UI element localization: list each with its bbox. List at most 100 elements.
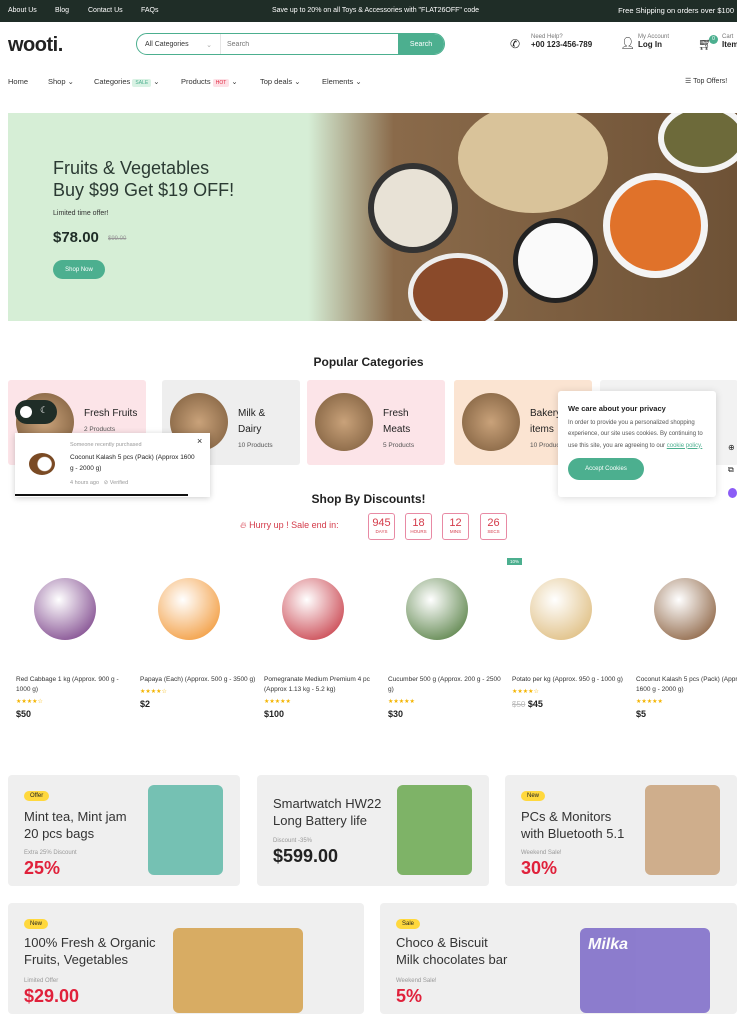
search-bar: All Categories ⌄ Search <box>136 33 445 55</box>
link-blog[interactable]: Blog <box>55 7 69 14</box>
link-contact[interactable]: Contact Us <box>88 7 123 14</box>
countdown-box: 12 MINS <box>442 513 469 540</box>
banner-subtitle: Limited Offer <box>24 978 59 984</box>
compare-icon[interactable]: ⧉ <box>728 465 734 475</box>
category-name-2: Meats <box>383 424 411 435</box>
banner-price: 5% <box>396 986 423 1006</box>
category-name-2: Dairy <box>238 424 262 435</box>
category-select[interactable]: All Categories ⌄ <box>137 34 221 54</box>
category-card[interactable]: Fresh Meats 5 Products <box>307 380 445 465</box>
product-price: $50 <box>16 709 32 719</box>
product-card[interactable]: Red Cabbage 1 kg (Approx. 900 g - 1000 g… <box>16 570 134 719</box>
verified-icon: ⊘ <box>103 480 109 486</box>
category-name: Fresh <box>383 408 409 419</box>
search-button[interactable]: Search <box>398 34 444 54</box>
zoom-icon[interactable]: ⊕ <box>728 443 735 452</box>
nav-shop[interactable]: Shop ⌄ <box>48 77 74 86</box>
nav-home[interactable]: Home <box>8 77 28 86</box>
product-name[interactable]: Coconut Kalash 5 pcs (Pack) (Approx 1600… <box>636 675 737 695</box>
nav-products[interactable]: Products HOT ⌄ <box>181 77 238 87</box>
milka-logo: Milka <box>588 936 629 953</box>
banner-price: 30% <box>521 858 558 878</box>
bowl-image <box>603 173 708 278</box>
nav-categories[interactable]: Categories SALE ⌄ <box>94 77 160 87</box>
color-icon[interactable] <box>728 488 737 498</box>
bowl-image <box>408 253 508 321</box>
close-icon[interactable]: × <box>197 436 202 446</box>
logo[interactable]: wooti. <box>8 34 63 57</box>
old-price: $50 <box>512 700 526 709</box>
promo-banner[interactable]: Smartwatch HW22 Long Battery life Discoun… <box>257 775 489 886</box>
countdown-value: 18 <box>412 517 425 529</box>
category-name: Milk & <box>238 408 266 419</box>
top-offers[interactable]: ☰ Top Offers! <box>685 77 727 85</box>
banner-tag: New <box>521 791 546 801</box>
banner-title-2: 20 pcs bags <box>24 826 95 841</box>
hero-title: Fruits & Vegetables Buy $99 Get $19 OFF! <box>53 157 234 201</box>
link-faqs[interactable]: FAQs <box>141 7 159 14</box>
promo-banner[interactable]: Offer Mint tea, Mint jam 20 pcs bags Extr… <box>8 775 240 886</box>
banner-subtitle: Extra 25% Discount <box>24 850 77 856</box>
accept-cookies-button[interactable]: Accept Cookies <box>568 458 644 480</box>
banner-title-1: PCs & Monitors <box>521 809 612 824</box>
banner-image <box>645 785 720 875</box>
product-price: $30 <box>388 709 404 719</box>
shipping-text: Free Shipping on orders over $100 <box>618 6 734 15</box>
product-name[interactable]: Cucumber 500 g (Approx. 200 g - 2500 g) <box>388 675 506 695</box>
product-image[interactable] <box>636 570 737 660</box>
hurry-label: Hurry up ! Sale end in: <box>249 520 339 530</box>
product-name[interactable]: Papaya (Each) (Approx. 500 g - 3500 g) <box>140 675 258 685</box>
product-image[interactable] <box>16 570 134 660</box>
promo-banner[interactable]: New PCs & Monitors with Bluetooth 5.1 Wee… <box>505 775 737 886</box>
product-image[interactable] <box>388 570 506 660</box>
rating-stars: ★★★★☆ <box>140 689 167 695</box>
banner-subtitle: Weekend Sale! <box>396 978 437 984</box>
banner-price: $599.00 <box>273 846 339 866</box>
nav-top-deals[interactable]: Top deals ⌄ <box>260 77 300 86</box>
product-name[interactable]: Pomegranate Medium Premium 4 pc (Approx … <box>264 675 382 695</box>
countdown-value: 945 <box>372 517 391 529</box>
cookie-policy-link[interactable]: cookie policy. <box>667 443 703 449</box>
product-card[interactable]: 10% Potato per kg (Approx. 950 g - 1000 … <box>507 558 630 709</box>
product-image[interactable] <box>140 570 258 660</box>
account-link[interactable]: My Account Log In <box>638 34 669 49</box>
hero-banner: Fruits & Vegetables Buy $99 Get $19 OFF! … <box>8 113 737 321</box>
banner-title-2: with Bluetooth 5.1 <box>521 826 625 841</box>
cart-info[interactable]: CartItems <box>722 34 737 49</box>
product-price: $2 <box>140 699 151 709</box>
banner-title-1: 100% Fresh & Organic <box>24 935 156 950</box>
product-card[interactable]: Papaya (Each) (Approx. 500 g - 3500 g) ★… <box>140 570 258 709</box>
cart-count: 0 <box>709 35 718 44</box>
banner-title-1: Choco & Biscuit <box>396 935 488 950</box>
banner-price: $29.00 <box>24 986 80 1006</box>
rating-stars: ★★★★★ <box>388 699 415 705</box>
search-input[interactable] <box>221 34 398 54</box>
product-image[interactable] <box>264 570 382 660</box>
toast-product[interactable]: Coconut Kalash 5 pcs (Pack) (Approx 1600… <box>70 452 195 474</box>
top-bar: About Us Blog Contact Us FAQs Save up to… <box>0 0 737 22</box>
bowl-image <box>458 113 608 213</box>
nav-elements[interactable]: Elements ⌄ <box>322 77 362 86</box>
product-card[interactable]: Coconut Kalash 5 pcs (Pack) (Approx 1600… <box>636 570 737 719</box>
hot-badge: HOT <box>212 79 230 87</box>
product-name[interactable]: Potato per kg (Approx. 950 g - 1000 g) <box>512 675 630 685</box>
shop-now-button[interactable]: Shop Now <box>53 260 105 279</box>
link-about[interactable]: About Us <box>8 7 37 14</box>
product-name[interactable]: Red Cabbage 1 kg (Approx. 900 g - 1000 g… <box>16 675 134 695</box>
category-name-2: items <box>530 424 554 435</box>
countdown-value: 26 <box>487 517 500 529</box>
coconut-image <box>29 453 55 475</box>
product-price: $5 <box>636 709 647 719</box>
countdown-value: 12 <box>449 517 462 529</box>
product-card[interactable]: Pomegranate Medium Premium 4 pc (Approx … <box>264 570 382 719</box>
product-card[interactable]: Cucumber 500 g (Approx. 200 g - 2500 g) … <box>388 570 506 719</box>
banner-price: 25% <box>24 858 61 878</box>
theme-toggle[interactable]: ☾ <box>15 400 57 424</box>
banner-image: Milka <box>580 928 710 1013</box>
hero-subtitle: Limited time offer! <box>53 210 109 217</box>
help-info[interactable]: Need Help? +00 123-456-789 <box>531 34 592 49</box>
promo-banner[interactable]: Sale Milka Choco & Biscuit Milk chocolate… <box>380 903 737 1014</box>
product-image[interactable]: 10% <box>507 558 630 660</box>
bowl-image <box>658 113 737 173</box>
promo-banner[interactable]: New 100% Fresh & Organic Fruits, Vegetabl… <box>8 903 364 1014</box>
